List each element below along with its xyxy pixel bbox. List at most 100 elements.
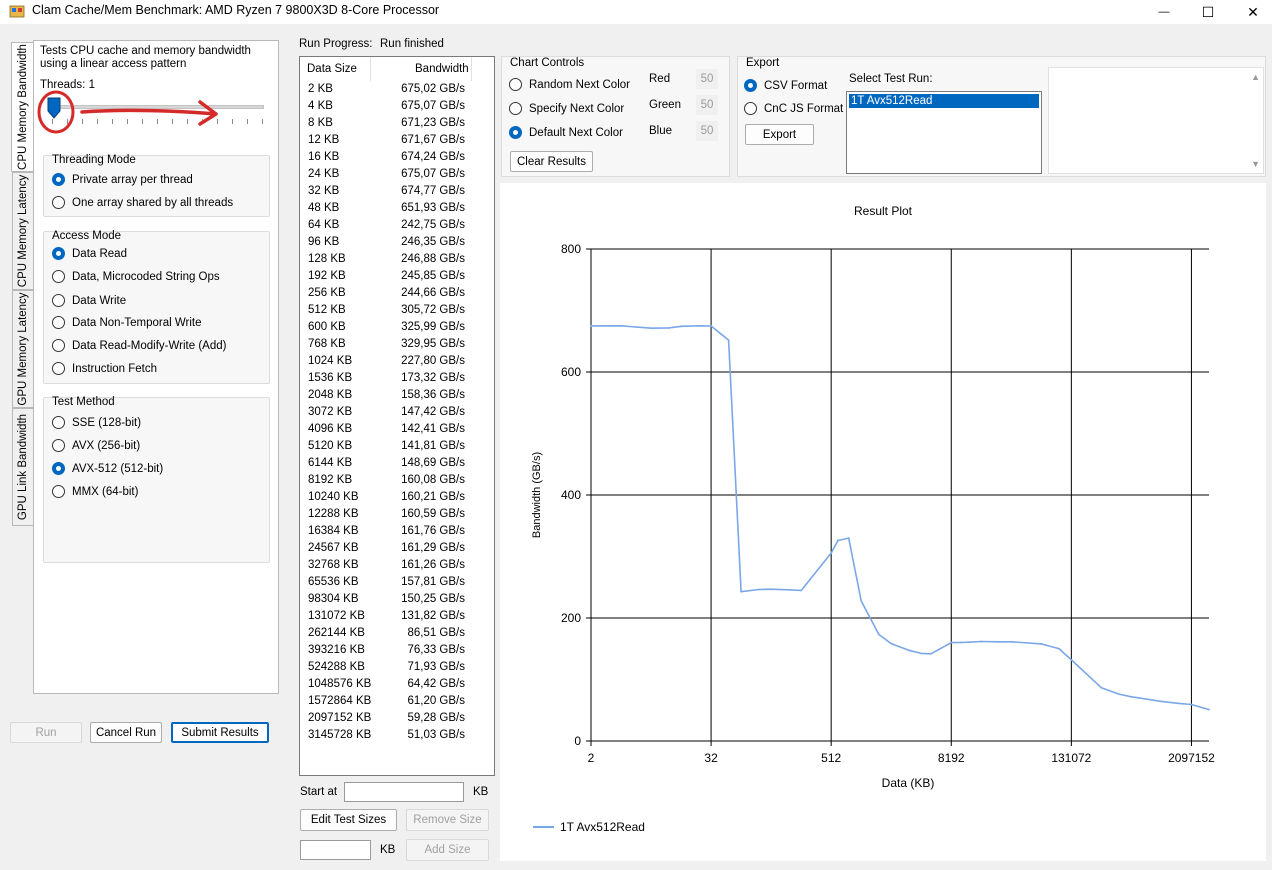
radio-label: Data Non-Temporal Write	[72, 316, 202, 329]
column-header-data-size[interactable]: Data Size	[307, 63, 357, 75]
table-row[interactable]: 2048 KB 158,36 GB/s	[300, 388, 490, 405]
table-row[interactable]: 8 KB 671,23 GB/s	[300, 116, 490, 133]
table-row[interactable]: 128 KB 246,88 GB/s	[300, 252, 490, 269]
radio-data-read[interactable]: Data Read	[52, 247, 127, 260]
table-row[interactable]: 524288 KB 71,93 GB/s	[300, 660, 490, 677]
table-row[interactable]: 1572864 KB 61,20 GB/s	[300, 694, 490, 711]
results-list[interactable]: Data Size Bandwidth 2 KB 675,02 GB/s 4 KB 6…	[299, 56, 495, 776]
access-mode-group: Access Mode Data Read Data, Microcoded S…	[43, 230, 270, 384]
bandwidth-cell: 64,42 GB/s	[407, 678, 465, 690]
cancel-run-button[interactable]: Cancel Run	[90, 722, 162, 743]
table-row[interactable]: 5120 KB 141,81 GB/s	[300, 439, 490, 456]
add-size-button[interactable]: Add Size	[406, 839, 489, 861]
table-row[interactable]: 98304 KB 150,25 GB/s	[300, 592, 490, 609]
radio-mmx[interactable]: MMX (64-bit)	[52, 485, 138, 498]
table-row[interactable]: 6144 KB 148,69 GB/s	[300, 456, 490, 473]
radio-specify-next-color[interactable]: Specify Next Color	[509, 102, 624, 115]
table-row[interactable]: 4 KB 675,07 GB/s	[300, 99, 490, 116]
radio-shared-array[interactable]: One array shared by all threads	[52, 196, 233, 209]
radio-avx[interactable]: AVX (256-bit)	[52, 439, 140, 452]
data-size-cell: 96 KB	[308, 236, 340, 248]
x-axis-label: Data (KB)	[882, 776, 935, 790]
bandwidth-cell: 173,32 GB/s	[401, 372, 465, 384]
table-row[interactable]: 3072 KB 147,42 GB/s	[300, 405, 490, 422]
table-row[interactable]: 96 KB 246,35 GB/s	[300, 235, 490, 252]
table-row[interactable]: 1048576 KB 64,42 GB/s	[300, 677, 490, 694]
scroll-down-icon[interactable]: ▼	[1251, 159, 1260, 169]
test-run-item-selected[interactable]: 1T Avx512Read	[849, 94, 1039, 108]
export-output-textbox[interactable]: ▲ ▼	[1048, 67, 1264, 174]
radio-random-next-color[interactable]: Random Next Color	[509, 78, 630, 91]
radio-microcoded-string-ops[interactable]: Data, Microcoded String Ops	[52, 270, 220, 283]
radio-instruction-fetch[interactable]: Instruction Fetch	[52, 362, 157, 375]
radio-private-array[interactable]: Private array per thread	[52, 173, 193, 186]
radio-indicator	[52, 362, 65, 375]
table-row[interactable]: 24 KB 675,07 GB/s	[300, 167, 490, 184]
table-row[interactable]: 32 KB 674,77 GB/s	[300, 184, 490, 201]
x-tick-label: 2097152	[1168, 751, 1215, 765]
test-run-listbox[interactable]: 1T Avx512Read	[846, 91, 1042, 174]
table-row[interactable]: 512 KB 305,72 GB/s	[300, 303, 490, 320]
table-row[interactable]: 256 KB 244,66 GB/s	[300, 286, 490, 303]
minimize-button[interactable]: —	[1141, 0, 1187, 24]
clear-results-button[interactable]: Clear Results	[510, 151, 593, 172]
green-value-field[interactable]: 50	[696, 95, 718, 115]
table-row[interactable]: 192 KB 245,85 GB/s	[300, 269, 490, 286]
data-size-cell: 48 KB	[308, 202, 340, 214]
run-button[interactable]: Run	[10, 722, 82, 743]
radio-sse[interactable]: SSE (128-bit)	[52, 416, 141, 429]
table-row[interactable]: 65536 KB 157,81 GB/s	[300, 575, 490, 592]
bandwidth-cell: 158,36 GB/s	[401, 389, 465, 401]
data-size-cell: 600 KB	[308, 321, 346, 333]
scroll-up-icon[interactable]: ▲	[1251, 72, 1260, 82]
table-row[interactable]: 1024 KB 227,80 GB/s	[300, 354, 490, 371]
table-row[interactable]: 64 KB 242,75 GB/s	[300, 218, 490, 235]
radio-read-modify-write[interactable]: Data Read-Modify-Write (Add)	[52, 339, 226, 352]
table-row[interactable]: 393216 KB 76,33 GB/s	[300, 643, 490, 660]
table-row[interactable]: 4096 KB 142,41 GB/s	[300, 422, 490, 439]
table-row[interactable]: 3145728 KB 51,03 GB/s	[300, 728, 490, 745]
data-size-cell: 1048576 KB	[308, 678, 372, 690]
submit-results-button[interactable]: Submit Results	[171, 722, 269, 743]
table-row[interactable]: 1536 KB 173,32 GB/s	[300, 371, 490, 388]
tab-gpu-link-bandwidth[interactable]: GPU Link Bandwidth	[12, 408, 34, 526]
table-row[interactable]: 768 KB 329,95 GB/s	[300, 337, 490, 354]
column-header-bandwidth[interactable]: Bandwidth	[415, 63, 469, 75]
radio-csv-format[interactable]: CSV Format	[744, 79, 827, 92]
table-row[interactable]: 2097152 KB 59,28 GB/s	[300, 711, 490, 728]
table-row[interactable]: 262144 KB 86,51 GB/s	[300, 626, 490, 643]
table-row[interactable]: 131072 KB 131,82 GB/s	[300, 609, 490, 626]
radio-data-write[interactable]: Data Write	[52, 294, 126, 307]
table-row[interactable]: 48 KB 651,93 GB/s	[300, 201, 490, 218]
red-value-field[interactable]: 50	[696, 69, 718, 89]
radio-cnc-js-format[interactable]: CnC JS Format	[744, 102, 843, 115]
add-size-input[interactable]	[300, 840, 371, 860]
bandwidth-cell: 305,72 GB/s	[401, 304, 465, 316]
table-row[interactable]: 600 KB 325,99 GB/s	[300, 320, 490, 337]
table-row[interactable]: 8192 KB 160,08 GB/s	[300, 473, 490, 490]
table-row[interactable]: 16384 KB 161,76 GB/s	[300, 524, 490, 541]
table-row[interactable]: 10240 KB 160,21 GB/s	[300, 490, 490, 507]
export-button[interactable]: Export	[745, 124, 814, 145]
tab-gpu-memory-latency[interactable]: GPU Memory Latency	[12, 290, 34, 408]
close-button[interactable]: ✕	[1230, 0, 1272, 24]
radio-indicator	[52, 485, 65, 498]
remove-size-button[interactable]: Remove Size	[406, 809, 489, 831]
start-at-input[interactable]	[344, 782, 464, 802]
data-point	[890, 642, 893, 645]
table-row[interactable]: 24567 KB 161,29 GB/s	[300, 541, 490, 558]
data-size-cell: 1572864 KB	[308, 695, 372, 707]
maximize-button[interactable]: ☐	[1185, 0, 1231, 24]
radio-avx512[interactable]: AVX-512 (512-bit)	[52, 462, 163, 475]
tab-cpu-memory-latency[interactable]: CPU Memory Latency	[12, 172, 34, 290]
table-row[interactable]: 16 KB 674,24 GB/s	[300, 150, 490, 167]
table-row[interactable]: 12288 KB 160,59 GB/s	[300, 507, 490, 524]
table-row[interactable]: 2 KB 675,02 GB/s	[300, 82, 490, 99]
blue-value-field[interactable]: 50	[696, 121, 718, 141]
edit-test-sizes-button[interactable]: Edit Test Sizes	[300, 809, 397, 831]
data-size-cell: 192 KB	[308, 270, 346, 282]
table-row[interactable]: 12 KB 671,67 GB/s	[300, 133, 490, 150]
radio-non-temporal-write[interactable]: Data Non-Temporal Write	[52, 316, 202, 329]
table-row[interactable]: 32768 KB 161,26 GB/s	[300, 558, 490, 575]
radio-default-next-color[interactable]: Default Next Color	[509, 126, 623, 139]
